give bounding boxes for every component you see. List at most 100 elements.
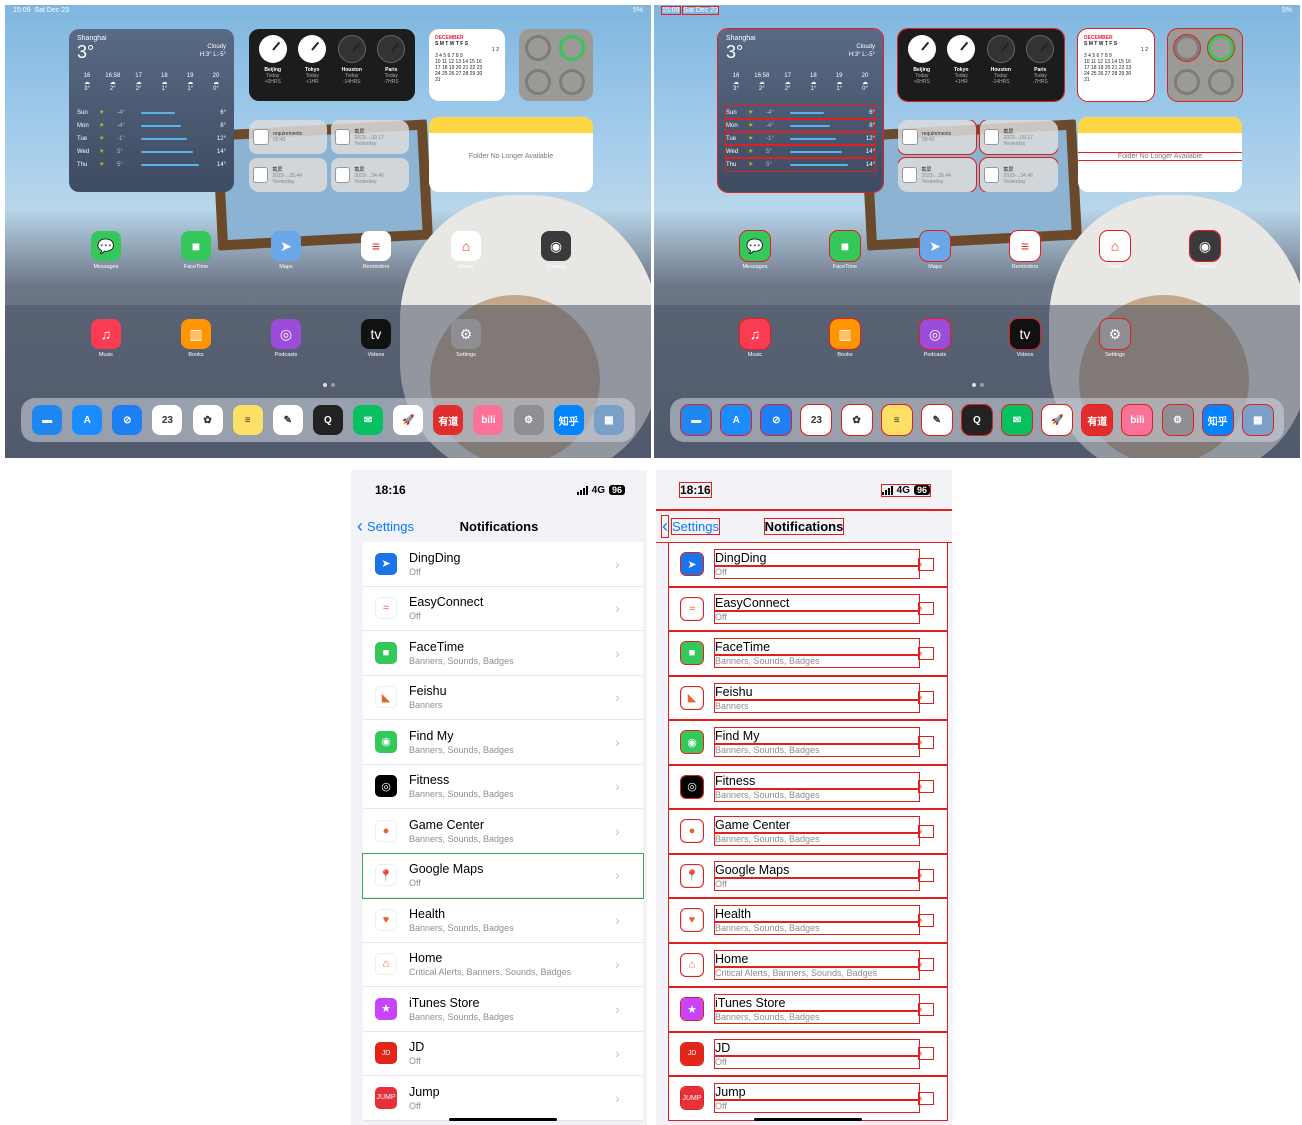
dock-youdao-icon[interactable]: 有道: [1081, 404, 1114, 436]
app-notification-row[interactable]: ★ iTunes Store Banners, Sounds, Badges ›: [363, 987, 643, 1032]
app-notification-row[interactable]: ⌂ Home Critical Alerts, Banners, Sounds, B…: [363, 943, 643, 987]
app-reminders[interactable]: ≡ Reminders: [1008, 230, 1042, 270]
dock-wechat-icon[interactable]: ✉: [353, 405, 384, 435]
file-item[interactable]: requirements 09:42: [898, 120, 977, 155]
dock-freeform-icon[interactable]: ✎: [272, 405, 303, 435]
app-notification-row[interactable]: ● Game Center Banners, Sounds, Badges ›: [363, 809, 643, 854]
notes-widget[interactable]: Folder No Longer Available: [1078, 117, 1242, 192]
app-notification-row[interactable]: ≈ EasyConnect Off ›: [363, 587, 643, 631]
dock-settings-icon[interactable]: ⚙: [1161, 404, 1194, 436]
dock-zhihu-icon[interactable]: 知乎: [553, 405, 584, 435]
app-books[interactable]: ▥ Books: [179, 319, 213, 358]
batteries-widget[interactable]: [1167, 28, 1243, 102]
app-notification-row[interactable]: ➤ DingDing Off ›: [668, 542, 948, 587]
app-notification-row[interactable]: JUMP Jump Off ›: [668, 1076, 948, 1121]
dock-files-icon[interactable]: ▬: [32, 405, 63, 435]
dock-qq-icon[interactable]: Q: [960, 404, 993, 436]
app-notification-row[interactable]: ◎ Fitness Banners, Sounds, Badges ›: [363, 765, 643, 809]
app-notification-row[interactable]: 📍 Google Maps Off ›: [362, 852, 644, 899]
app-home[interactable]: ⌂ Home: [449, 231, 483, 270]
app-maps[interactable]: ➤ Maps: [269, 231, 303, 270]
file-item[interactable]: 截屏 2023-...09.17 Yesterday: [979, 120, 1058, 155]
back-button[interactable]: ‹ Settings: [661, 514, 720, 538]
dock-files-icon[interactable]: ▬: [680, 404, 713, 436]
app-messages[interactable]: 💬 Messages: [89, 231, 123, 270]
app-home[interactable]: ⌂ Home: [1098, 230, 1132, 270]
app-notification-row[interactable]: ◣ Feishu Banners ›: [668, 675, 948, 720]
app-notification-row[interactable]: ≈ EasyConnect Off ›: [668, 586, 948, 631]
app-facetime[interactable]: ■ FaceTime: [828, 230, 862, 270]
dock-app-library-icon[interactable]: ▦: [1241, 404, 1274, 436]
app-settings[interactable]: ⚙ Settings: [1098, 318, 1132, 358]
app-notification-row[interactable]: ⌂ Home Critical Alerts, Banners, Sounds, B…: [668, 942, 948, 987]
file-item[interactable]: requirements 09:42: [249, 120, 327, 154]
dock-app-store-icon[interactable]: A: [72, 405, 103, 435]
dock-bilibili-icon[interactable]: bili: [473, 405, 504, 435]
calendar-widget[interactable]: DECEMBER S M T W T F S1 23 4 5 6 7 8 9 10 …: [1077, 28, 1155, 102]
app-camera[interactable]: ◉ Camera: [539, 231, 573, 270]
page-dots[interactable]: [323, 383, 335, 387]
file-item[interactable]: 截屏 2023-...09.17 Yesterday: [331, 120, 409, 154]
files-widget[interactable]: requirements 09:42 截屏 2023-...09.17 Yesterd…: [249, 120, 409, 192]
notes-widget[interactable]: Folder No Longer Available: [429, 117, 593, 192]
dock-calendar-icon[interactable]: 23: [800, 404, 833, 436]
app-notification-row[interactable]: ◉ Find My Banners, Sounds, Badges ›: [668, 720, 948, 765]
app-music[interactable]: ♫ Music: [89, 319, 123, 358]
file-item[interactable]: 截屏 2023-...34.46 Yesterday: [979, 157, 1058, 192]
batteries-widget[interactable]: [519, 29, 593, 101]
world-clock-widget[interactable]: Beijing Today +0HRS Tokyo Today +1HR Houston To…: [897, 28, 1065, 102]
app-books[interactable]: ▥ Books: [828, 318, 862, 358]
dock-zhihu-icon[interactable]: 知乎: [1201, 404, 1234, 436]
app-facetime[interactable]: ■ FaceTime: [179, 231, 213, 270]
dock-testflight-icon[interactable]: 🚀: [1041, 404, 1074, 436]
back-button[interactable]: ‹ Settings: [357, 516, 414, 537]
app-notification-row[interactable]: JUMP Jump Off ›: [363, 1076, 643, 1121]
app-notification-row[interactable]: ◣ Feishu Banners ›: [363, 676, 643, 720]
world-clock-widget[interactable]: Beijing Today +0HRS Tokyo Today +1HR Houston To…: [249, 29, 415, 101]
app-notification-row[interactable]: ➤ DingDing Off ›: [363, 542, 643, 587]
app-notification-row[interactable]: ★ iTunes Store Banners, Sounds, Badges ›: [668, 987, 948, 1032]
dock-photos-icon[interactable]: ✿: [192, 405, 223, 435]
dock-notes-icon[interactable]: ≡: [232, 405, 263, 435]
app-notification-row[interactable]: ■ FaceTime Banners, Sounds, Badges ›: [668, 631, 948, 676]
app-messages[interactable]: 💬 Messages: [738, 230, 772, 270]
dock-calendar-icon[interactable]: 23: [152, 405, 183, 435]
app-notification-row[interactable]: ◉ Find My Banners, Sounds, Badges ›: [363, 720, 643, 765]
dock-youdao-icon[interactable]: 有道: [433, 405, 464, 435]
dock-safari-icon[interactable]: ⊘: [760, 404, 793, 436]
app-settings[interactable]: ⚙ Settings: [449, 319, 483, 358]
dock-qq-icon[interactable]: Q: [312, 405, 343, 435]
app-music[interactable]: ♫ Music: [738, 318, 772, 358]
dock-app-store-icon[interactable]: A: [720, 404, 753, 436]
dock-bilibili-icon[interactable]: bili: [1121, 404, 1154, 436]
app-notification-row[interactable]: 📍 Google Maps Off ›: [668, 853, 948, 898]
app-notification-row[interactable]: ■ FaceTime Banners, Sounds, Badges ›: [363, 631, 643, 676]
dock-photos-icon[interactable]: ✿: [840, 404, 873, 436]
dock-wechat-icon[interactable]: ✉: [1001, 404, 1034, 436]
weather-widget[interactable]: Shanghai 3° Cloudy H:3° L:-5° 16 ☁ 3° 16:58 ☁ 2° 1…: [69, 29, 234, 192]
app-notification-row[interactable]: JD JD Off ›: [363, 1032, 643, 1076]
app-notification-row[interactable]: JD JD Off ›: [668, 1031, 948, 1076]
dock-app-library-icon[interactable]: ▦: [593, 405, 624, 435]
app-notification-row[interactable]: ● Game Center Banners, Sounds, Badges ›: [668, 809, 948, 854]
app-reminders[interactable]: ≡ Reminders: [359, 231, 393, 270]
file-item[interactable]: 截屏 2023-...35.44 Yesterday: [898, 157, 977, 192]
app-notification-row[interactable]: ♥ Health Banners, Sounds, Badges ›: [363, 898, 643, 943]
dock-freeform-icon[interactable]: ✎: [920, 404, 953, 436]
dock-testflight-icon[interactable]: 🚀: [393, 405, 424, 435]
dock-safari-icon[interactable]: ⊘: [112, 405, 143, 435]
app-maps[interactable]: ➤ Maps: [918, 230, 952, 270]
app-podcasts[interactable]: ◎ Podcasts: [918, 318, 952, 358]
calendar-widget[interactable]: DECEMBER S M T W T F S1 23 4 5 6 7 8 9 10 …: [429, 29, 505, 101]
app-notification-row[interactable]: ♥ Health Banners, Sounds, Badges ›: [668, 898, 948, 943]
file-item[interactable]: 截屏 2023-...35.44 Yesterday: [249, 158, 327, 192]
app-notification-row[interactable]: ◎ Fitness Banners, Sounds, Badges ›: [668, 764, 948, 809]
app-podcasts[interactable]: ◎ Podcasts: [269, 319, 303, 358]
app-camera[interactable]: ◉ Camera: [1188, 230, 1222, 270]
file-item[interactable]: 截屏 2023-...34.46 Yesterday: [331, 158, 409, 192]
dock-notes-icon[interactable]: ≡: [880, 404, 913, 436]
dock-settings-icon[interactable]: ⚙: [513, 405, 544, 435]
app-videos[interactable]: tv Videos: [1008, 318, 1042, 358]
files-widget[interactable]: requirements 09:42 截屏 2023-...09.17 Yesterd…: [898, 120, 1058, 192]
page-dots[interactable]: [972, 383, 984, 387]
